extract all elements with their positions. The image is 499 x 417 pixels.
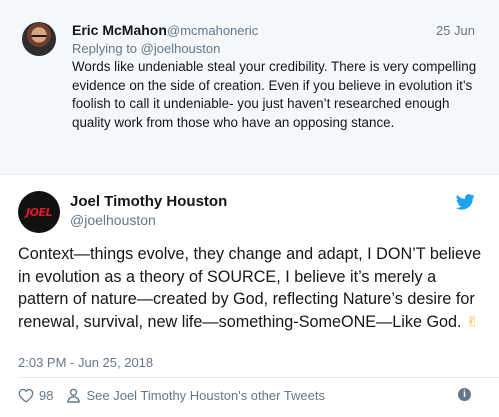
twitter-bird-icon[interactable] — [456, 194, 475, 210]
reply-tweet: Eric McMahon @mcmahoneric 25 Jun Replyin… — [0, 0, 499, 175]
avatar[interactable]: JOEL — [18, 191, 60, 233]
heart-icon[interactable] — [18, 388, 34, 403]
tweet-text-body: Context—things evolve, they change and a… — [18, 245, 482, 331]
reply-author-name[interactable]: Eric McMahon — [72, 22, 167, 38]
like-count[interactable]: 98 — [39, 388, 53, 403]
replying-to-label[interactable]: Replying to @joelhouston — [72, 41, 220, 56]
info-icon[interactable]: i — [458, 388, 471, 401]
see-other-tweets-link[interactable]: See Joel Timothy Houston's other Tweets — [86, 388, 325, 403]
avatar-logo-text: JOEL — [26, 205, 52, 219]
reply-tweet-text: Words like undeniable steal your credibi… — [72, 59, 477, 130]
divider — [18, 377, 499, 378]
author-handle[interactable]: @joelhouston — [70, 212, 156, 228]
tweet-text: Context—things evolve, they change and a… — [18, 243, 484, 333]
author-name[interactable]: Joel Timothy Houston — [70, 193, 227, 210]
avatar[interactable] — [22, 22, 56, 56]
tweet-timestamp[interactable]: 2:03 PM - Jun 25, 2018 — [18, 355, 153, 370]
person-icon — [67, 388, 81, 403]
tweet-actions: 98 See Joel Timothy Houston's other Twee… — [18, 386, 325, 404]
victory-hand-emoji: ✌ — [466, 312, 479, 331]
reply-date[interactable]: 25 Jun — [436, 23, 475, 38]
reply-author-handle[interactable]: @mcmahoneric — [167, 23, 258, 38]
